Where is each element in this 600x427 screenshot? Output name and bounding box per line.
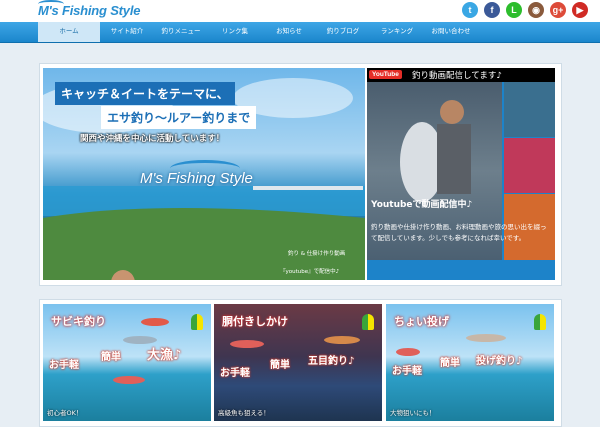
nav-item-news[interactable]: お知らせ <box>262 22 316 42</box>
card-tag-extra: 投げ釣り♪ <box>476 356 523 367</box>
nav-item-about[interactable]: サイト紹介 <box>100 22 154 42</box>
card-title: 胴付きしかけ <box>222 315 288 328</box>
main-nav: ホーム サイト紹介 釣りメニュー リンク集 お知らせ 釣りブログ ランキング お… <box>0 22 600 43</box>
hero-headline-1: キャッチ＆イートをテーマに、 <box>55 82 235 105</box>
logo-swoosh <box>38 0 64 8</box>
google-plus-icon[interactable]: g+ <box>550 2 566 18</box>
card-tag-extra: 五目釣り♪ <box>308 356 355 367</box>
card-caption: 初心者OK！ <box>47 409 83 417</box>
youtube-title: 釣り動画配信してます♪ <box>412 71 502 81</box>
fish-icon <box>113 376 145 384</box>
nav-item-fishing-menu[interactable]: 釣りメニュー <box>154 22 208 42</box>
card-caption: 大物狙いにも！ <box>390 409 436 417</box>
hero-headline-2: エサ釣り〜ルアー釣りまで <box>101 106 257 129</box>
card-dotsuki[interactable]: 胴付きしかけ お手軽 簡単 五目釣り♪ 高級魚も狙える！ <box>214 304 382 421</box>
card-tag-simple: 簡単 <box>270 360 290 371</box>
site-header: M's Fishing Style t f L ◉ g+ ▶ <box>0 0 600 22</box>
beginner-mark-icon <box>534 314 546 330</box>
youtube-description: 釣り動画や仕掛け作り動画、お料理動画や旅の思い出を綴って配信しています。少しでも… <box>371 223 547 242</box>
card-tag-easy: お手軽 <box>220 368 250 379</box>
beginner-mark-icon <box>362 314 374 330</box>
youtube-header: YouTube 釣り動画配信してます♪ <box>367 68 555 82</box>
card-title: サビキ釣り <box>51 315 106 328</box>
youtube-logo: YouTube <box>369 70 402 79</box>
card-choinage[interactable]: ちょい投げ お手軽 簡単 投げ釣り♪ 大物狙いにも！ <box>386 304 554 421</box>
fish-icon <box>123 336 157 344</box>
fish-icon <box>396 348 420 356</box>
fish-icon <box>141 318 169 326</box>
site-logo[interactable]: M's Fishing Style <box>38 0 140 18</box>
social-links: t f L ◉ g+ ▶ <box>462 2 588 18</box>
youtube-icon[interactable]: ▶ <box>572 2 588 18</box>
fish-icon <box>466 334 506 342</box>
card-title: ちょい投げ <box>394 315 449 328</box>
nav-item-ranking[interactable]: ランキング <box>370 22 424 42</box>
twitter-icon[interactable]: t <box>462 2 478 18</box>
nav-item-contact[interactable]: お問い合わせ <box>424 22 478 42</box>
card-tag-extra: 大漁♪ <box>147 348 182 363</box>
youtube-subtitle: Youtubeで動画配信中♪ <box>371 200 473 210</box>
hero-logo: M's Fishing Style <box>140 160 253 187</box>
card-tag-easy: お手軽 <box>392 366 422 377</box>
fish-icon <box>324 336 360 344</box>
card-tag-simple: 簡単 <box>101 352 121 363</box>
facebook-icon[interactable]: f <box>484 2 500 18</box>
logo-arc <box>170 160 240 177</box>
hero-caption-1: 釣り & 仕掛け作り動画 <box>288 251 346 257</box>
video-thumbnail-2[interactable] <box>504 138 555 193</box>
nav-item-blog[interactable]: 釣りブログ <box>316 22 370 42</box>
youtube-panel[interactable]: YouTube 釣り動画配信してます♪ <box>367 68 555 280</box>
card-sabiki[interactable]: サビキ釣り お手軽 簡単 大漁♪ 初心者OK！ <box>43 304 211 421</box>
video-thumbnail-1[interactable] <box>504 82 555 137</box>
fish-icon <box>230 340 264 348</box>
hero-caption-2: 『youtube』で配信中♪ <box>280 269 340 275</box>
card-tag-simple: 簡単 <box>440 358 460 369</box>
instagram-icon[interactable]: ◉ <box>528 2 544 18</box>
nav-item-home[interactable]: ホーム <box>38 22 100 42</box>
hero-headline-3: 関西や沖縄を中心に活動しています！ <box>80 134 225 144</box>
beginner-mark-icon <box>191 314 203 330</box>
line-icon[interactable]: L <box>506 2 522 18</box>
card-caption: 高級魚も狙える！ <box>218 409 270 417</box>
nav-item-links[interactable]: リンク集 <box>208 22 262 42</box>
card-tag-easy: お手軽 <box>49 360 79 371</box>
